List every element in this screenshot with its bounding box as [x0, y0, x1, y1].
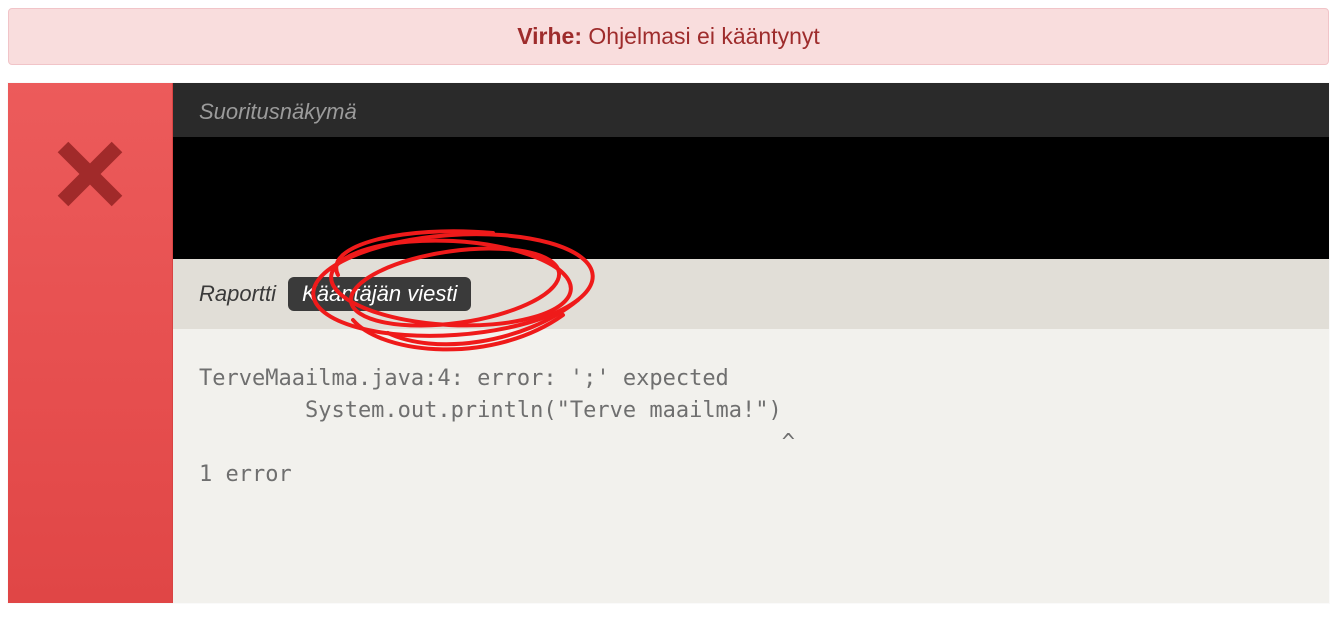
- close-x-icon: [51, 135, 129, 213]
- alert-message: Ohjelmasi ei kääntynyt: [588, 23, 819, 49]
- status-sidebar: [8, 83, 173, 603]
- compiler-output: TerveMaailma.java:4: error: ';' expected…: [173, 329, 1329, 603]
- tab-compiler-message[interactable]: Kääntäjän viesti: [288, 277, 471, 311]
- tab-report[interactable]: Raportti: [199, 281, 276, 307]
- compile-error-alert: Virhe: Ohjelmasi ei kääntynyt: [8, 8, 1329, 65]
- execution-output-empty: [173, 137, 1329, 259]
- result-panel: Suoritusnäkymä Raportti Kääntäjän viesti…: [8, 83, 1329, 603]
- alert-label: Virhe:: [517, 23, 582, 49]
- content-area: Suoritusnäkymä Raportti Kääntäjän viesti…: [173, 83, 1329, 603]
- execution-view-title: Suoritusnäkymä: [173, 83, 1329, 137]
- tab-row: Raportti Kääntäjän viesti: [173, 259, 1329, 329]
